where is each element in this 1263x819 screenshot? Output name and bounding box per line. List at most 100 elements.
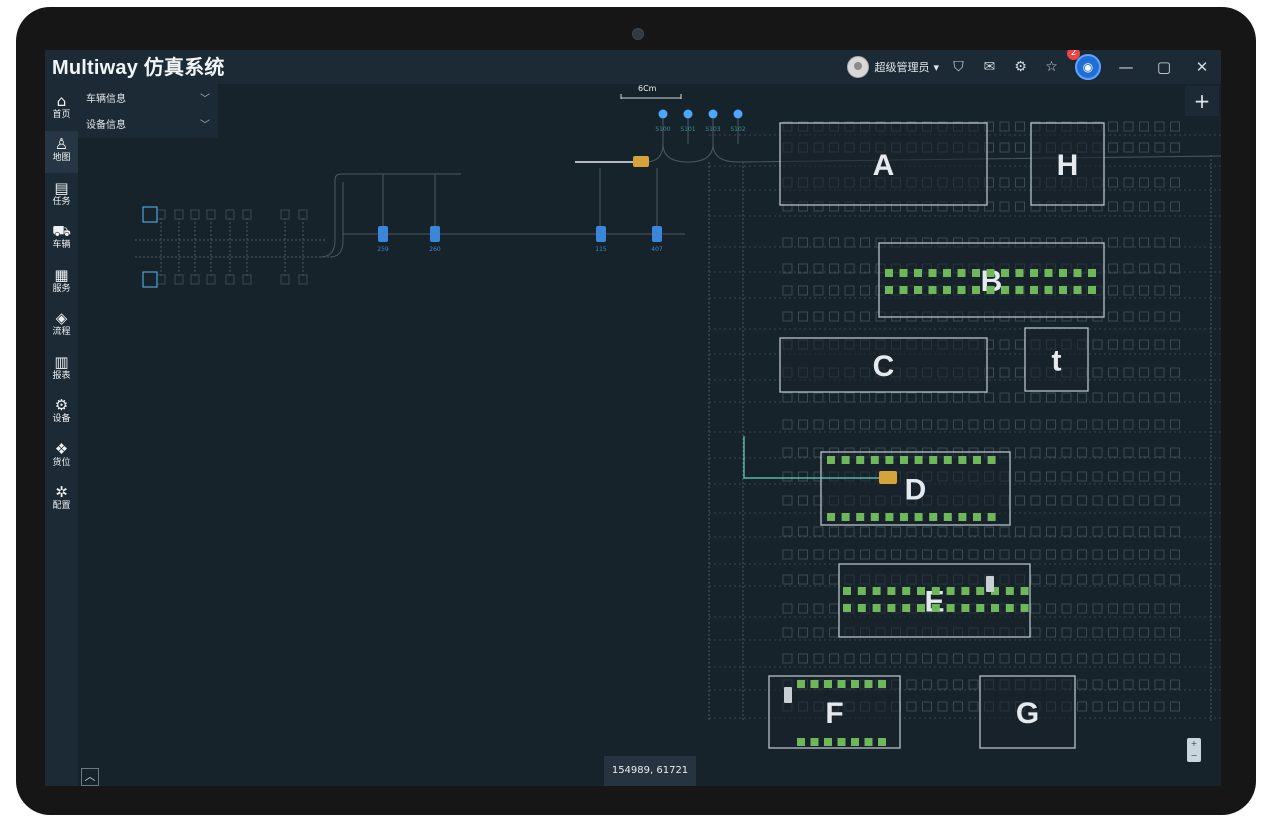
charging-station bbox=[430, 226, 440, 242]
storage-slot bbox=[1139, 142, 1149, 153]
storage-slot bbox=[953, 653, 963, 664]
storage-slot bbox=[999, 339, 1010, 350]
occupied-slot bbox=[1015, 286, 1024, 294]
user-name[interactable]: 超级管理员 bbox=[874, 59, 929, 75]
device-info-dropdown[interactable]: 设备信息 ﹀ bbox=[78, 110, 218, 136]
storage-slot bbox=[798, 574, 808, 585]
settings-icon[interactable]: ⚙ bbox=[1005, 59, 1036, 75]
bell-icon[interactable]: 2 ◉ bbox=[1067, 50, 1101, 80]
shirt-icon[interactable]: ⛉ bbox=[943, 59, 974, 75]
occupied-slot bbox=[1020, 587, 1029, 595]
sidebar-item-home[interactable]: ⌂ 首页 bbox=[45, 88, 78, 130]
map-canvas[interactable]: 259 260 115 407S100 S101 S103 S102A HBC tDEF G bbox=[45, 50, 1221, 786]
zoom-control[interactable]: + − bbox=[1187, 738, 1201, 762]
occupied-slot bbox=[946, 604, 955, 612]
storage-slot bbox=[968, 549, 979, 560]
sidebar-item-service[interactable]: ▦ 服务 bbox=[45, 262, 78, 304]
storage-slot bbox=[1108, 603, 1118, 614]
vehicle-info-dropdown[interactable]: 车辆信息 ﹀ bbox=[78, 84, 218, 110]
task-icon: ▤ bbox=[54, 179, 69, 197]
sidebar-item-config[interactable]: ✲ 配置 bbox=[45, 479, 78, 521]
close-icon[interactable]: ✕ bbox=[1183, 58, 1221, 76]
storage-slot bbox=[844, 526, 855, 537]
maximize-icon[interactable]: ▢ bbox=[1145, 58, 1183, 76]
occupied-slot bbox=[931, 587, 940, 595]
storage-slot bbox=[1030, 574, 1041, 585]
sidebar-item-task[interactable]: ▤ 任务 bbox=[45, 175, 78, 217]
star-icon[interactable]: ☆ bbox=[1036, 59, 1067, 75]
dock-station bbox=[142, 206, 158, 223]
storage-slot bbox=[798, 447, 808, 458]
storage-slot bbox=[1139, 653, 1149, 664]
storage-slot bbox=[1061, 627, 1072, 638]
occupied-slot bbox=[1059, 286, 1067, 294]
occupied-slot bbox=[810, 680, 819, 688]
storage-slot bbox=[1061, 526, 1072, 537]
occupied-slot bbox=[885, 286, 893, 294]
storage-slot bbox=[937, 419, 948, 430]
storage-slot bbox=[1123, 653, 1134, 664]
avatar[interactable] bbox=[847, 56, 870, 78]
storage-slot bbox=[1170, 237, 1180, 248]
storage-slot bbox=[829, 549, 839, 560]
storage-slot bbox=[1154, 447, 1165, 458]
storage-slot bbox=[1030, 627, 1041, 638]
storage-slot bbox=[298, 274, 308, 285]
storage-slot bbox=[1030, 447, 1041, 458]
occupied-slot bbox=[878, 680, 886, 688]
storage-slot bbox=[1092, 627, 1103, 638]
sidebar-item-cargo[interactable]: ❖ 货位 bbox=[45, 436, 78, 478]
sidebar-item-device[interactable]: ⚙ 设备 bbox=[45, 392, 78, 434]
storage-slot bbox=[1139, 549, 1149, 560]
storage-slot bbox=[782, 392, 793, 403]
storage-slot bbox=[1139, 339, 1149, 350]
zone-label: H bbox=[1057, 149, 1079, 182]
home-icon: ⌂ bbox=[56, 92, 67, 110]
collapse-up-button[interactable]: ︿ bbox=[81, 768, 99, 786]
track-line bbox=[329, 182, 344, 258]
storage-slot bbox=[1139, 201, 1149, 212]
minimize-icon[interactable]: — bbox=[1107, 58, 1145, 76]
camera-dot bbox=[632, 28, 644, 40]
storage-slot bbox=[1108, 701, 1118, 712]
storage-slot bbox=[891, 653, 901, 664]
storage-slot bbox=[1139, 419, 1149, 430]
agv-vehicle bbox=[986, 576, 994, 592]
storage-slot bbox=[1154, 339, 1165, 350]
sidebar-item-map[interactable]: ♙ 地图 bbox=[45, 131, 78, 173]
zone-label: G bbox=[1016, 697, 1039, 730]
storage-slot bbox=[906, 549, 917, 560]
storage-slot bbox=[1154, 121, 1165, 132]
storage-slot bbox=[1170, 526, 1180, 537]
storage-slot bbox=[1170, 574, 1180, 585]
occupied-slot bbox=[976, 587, 985, 595]
storage-slot bbox=[1139, 121, 1149, 132]
vehicle-info-label: 车辆信息 bbox=[86, 93, 126, 105]
sidebar-item-label: 地图 bbox=[52, 153, 71, 163]
storage-slot bbox=[1046, 574, 1056, 585]
storage-slot bbox=[1092, 701, 1103, 712]
add-button[interactable]: + bbox=[1185, 86, 1219, 116]
user-menu-caret-icon[interactable]: ▾ bbox=[933, 61, 939, 74]
storage-slot bbox=[1015, 653, 1025, 664]
storage-slot bbox=[813, 311, 824, 322]
storage-slot bbox=[1139, 526, 1149, 537]
storage-slot bbox=[1046, 549, 1056, 560]
storage-slot bbox=[922, 526, 932, 537]
sidebar-item-car[interactable]: ⛟ 车辆 bbox=[45, 218, 78, 260]
occupied-slot bbox=[827, 456, 835, 464]
mail-icon[interactable]: ✉ bbox=[974, 59, 1005, 75]
pin-label: S102 bbox=[730, 126, 745, 133]
chart-icon: ▥ bbox=[54, 353, 69, 371]
sidebar-item-report[interactable]: ▥ 报表 bbox=[45, 349, 78, 391]
storage-slot bbox=[813, 526, 824, 537]
storage-slot bbox=[298, 209, 308, 220]
storage-slot bbox=[782, 285, 793, 296]
storage-slot bbox=[782, 419, 793, 430]
storage-slot bbox=[875, 526, 886, 537]
storage-slot bbox=[1123, 285, 1134, 296]
storage-slot bbox=[891, 549, 901, 560]
storage-slot bbox=[999, 526, 1010, 537]
storage-slot bbox=[844, 285, 855, 296]
sidebar-item-flow[interactable]: ◈ 流程 bbox=[45, 305, 78, 347]
